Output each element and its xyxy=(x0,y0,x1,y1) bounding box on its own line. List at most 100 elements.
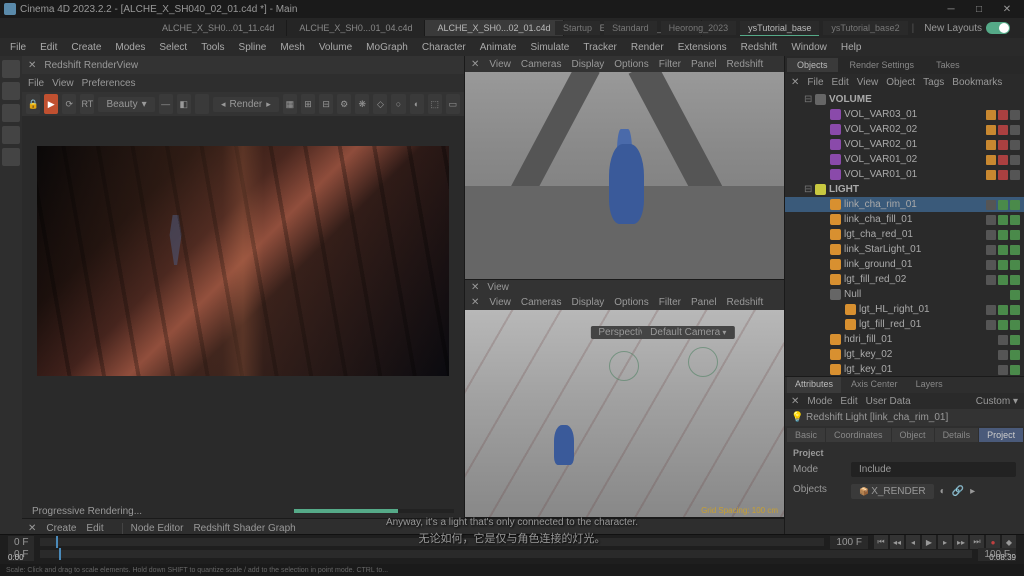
object-tag[interactable] xyxy=(986,110,996,120)
tool-icon[interactable] xyxy=(2,60,20,78)
object-tag[interactable] xyxy=(998,200,1008,210)
menu-character[interactable]: Character xyxy=(416,40,472,55)
object-tag[interactable] xyxy=(998,335,1008,345)
attr-project-tab[interactable]: Project xyxy=(979,428,1023,442)
frame-end[interactable]: 100 F xyxy=(830,536,868,549)
tool-icon[interactable] xyxy=(2,104,20,122)
tool-icon[interactable]: — xyxy=(159,94,173,114)
maximize-button[interactable]: □ xyxy=(966,2,992,16)
vp-menu[interactable]: Cameras xyxy=(521,59,562,70)
tool-icon[interactable]: ◐ xyxy=(410,94,424,114)
object-tag[interactable] xyxy=(986,245,996,255)
tool-icon[interactable] xyxy=(2,82,20,100)
object-row[interactable]: VOL_VAR02_02 xyxy=(785,122,1024,137)
vp-menu[interactable]: Options xyxy=(614,59,648,70)
vp-menu[interactable]: Display xyxy=(571,59,604,70)
attr-menu[interactable]: Mode xyxy=(807,396,832,407)
expand-icon[interactable]: ⊟ xyxy=(804,184,812,195)
object-row[interactable]: lgt_HL_right_01 xyxy=(785,302,1024,317)
object-tag[interactable] xyxy=(1010,125,1020,135)
object-row[interactable]: VOL_VAR02_01 xyxy=(785,137,1024,152)
object-row[interactable]: ⊟LIGHT xyxy=(785,182,1024,197)
vp-menu[interactable]: View xyxy=(489,59,511,70)
vp-menu[interactable]: Cameras xyxy=(521,297,562,308)
tool-icon[interactable]: ◧ xyxy=(177,94,191,114)
layout-tab[interactable]: Standard xyxy=(604,21,657,35)
tool-icon[interactable]: ⊞ xyxy=(301,94,315,114)
object-row[interactable]: link_cha_fill_01 xyxy=(785,212,1024,227)
object-tag[interactable] xyxy=(1010,350,1020,360)
object-tag[interactable] xyxy=(1010,155,1020,165)
vp-menu[interactable]: Panel xyxy=(691,59,717,70)
new-layouts[interactable]: New Layouts xyxy=(918,20,1016,36)
layers-tab[interactable]: Layers xyxy=(908,377,951,393)
object-tag[interactable] xyxy=(998,365,1008,375)
object-tag[interactable] xyxy=(986,140,996,150)
object-tag[interactable] xyxy=(998,260,1008,270)
lock-icon[interactable]: 🔒 xyxy=(26,94,40,114)
object-row[interactable]: lgt_fill_red_02 xyxy=(785,272,1024,287)
object-tag[interactable] xyxy=(998,140,1008,150)
mode-dropdown[interactable]: Include xyxy=(851,462,1016,477)
render-dropdown[interactable]: ◂ Render ▸ xyxy=(213,97,279,112)
vp-menu[interactable]: Options xyxy=(614,297,648,308)
object-tag[interactable] xyxy=(998,230,1008,240)
prev-frame-icon[interactable]: ◂ xyxy=(906,535,920,549)
link-icon[interactable]: 🔗 xyxy=(952,486,964,497)
timeline-track2[interactable] xyxy=(40,550,972,558)
object-tag[interactable] xyxy=(1010,200,1020,210)
axis-center-tab[interactable]: Axis Center xyxy=(843,377,906,393)
menu-mograph[interactable]: MoGraph xyxy=(360,40,414,55)
object-tag[interactable] xyxy=(986,275,996,285)
menu-render[interactable]: Render xyxy=(625,40,670,55)
object-row[interactable]: link_ground_01 xyxy=(785,257,1024,272)
attr-coord-tab[interactable]: Coordinates xyxy=(826,428,891,442)
menu-extensions[interactable]: Extensions xyxy=(672,40,733,55)
object-tag[interactable] xyxy=(1010,215,1020,225)
object-tag[interactable] xyxy=(998,110,1008,120)
object-tag[interactable] xyxy=(986,170,996,180)
goto-start-icon[interactable]: ⏮ xyxy=(874,535,888,549)
object-tag[interactable] xyxy=(998,305,1008,315)
object-row[interactable]: lgt_key_01 xyxy=(785,362,1024,376)
object-tag[interactable] xyxy=(1010,290,1020,300)
object-tag[interactable] xyxy=(998,320,1008,330)
object-tag[interactable] xyxy=(1010,365,1020,375)
object-tree[interactable]: ⊟VOLUMEVOL_VAR03_01VOL_VAR02_02VOL_VAR02… xyxy=(785,90,1024,376)
object-tag[interactable] xyxy=(986,305,996,315)
vp-menu[interactable]: Filter xyxy=(659,297,681,308)
menu-select[interactable]: Select xyxy=(153,40,193,55)
render-menu-prefs[interactable]: Preferences xyxy=(82,78,136,89)
object-row[interactable]: VOL_VAR03_01 xyxy=(785,107,1024,122)
object-tag[interactable] xyxy=(998,215,1008,225)
panel-close-icon[interactable]: ✕ xyxy=(28,523,36,534)
panel-close-icon[interactable]: ✕ xyxy=(791,77,799,88)
obj-menu[interactable]: Object xyxy=(886,77,915,88)
tool-icon[interactable]: ○ xyxy=(391,94,405,114)
attributes-tab[interactable]: Attributes xyxy=(787,377,841,393)
object-tag[interactable] xyxy=(998,125,1008,135)
object-tag[interactable] xyxy=(998,245,1008,255)
menu-volume[interactable]: Volume xyxy=(313,40,358,55)
obj-menu[interactable]: Bookmarks xyxy=(952,77,1002,88)
menu-spline[interactable]: Spline xyxy=(233,40,273,55)
panel-close-icon[interactable]: ✕ xyxy=(28,60,36,71)
tool-icon[interactable] xyxy=(2,148,20,166)
object-chip[interactable]: 📦 X_RENDER xyxy=(851,484,934,499)
attr-menu[interactable]: User Data xyxy=(866,396,911,407)
vp-close-icon[interactable]: ✕ xyxy=(471,297,479,308)
takes-tab[interactable]: Takes xyxy=(926,58,970,72)
object-tag[interactable] xyxy=(986,155,996,165)
file-tab[interactable]: ALCHE_X_SH0...01_11.c4d xyxy=(150,20,287,36)
layout-tab[interactable]: ysTutorial_base2 xyxy=(823,21,907,35)
menu-tools[interactable]: Tools xyxy=(195,40,230,55)
menu-create[interactable]: Create xyxy=(65,40,107,55)
vp-close-icon[interactable]: ✕ xyxy=(471,59,479,70)
attr-object-tab[interactable]: Object xyxy=(892,428,934,442)
object-tag[interactable] xyxy=(1010,275,1020,285)
vp-menu[interactable]: Display xyxy=(571,297,604,308)
tool-icon[interactable]: ◇ xyxy=(373,94,387,114)
beauty-dropdown[interactable]: Beauty▾ xyxy=(98,97,154,112)
obj-menu[interactable]: Edit xyxy=(832,77,849,88)
objects-tab[interactable]: Objects xyxy=(787,58,838,72)
